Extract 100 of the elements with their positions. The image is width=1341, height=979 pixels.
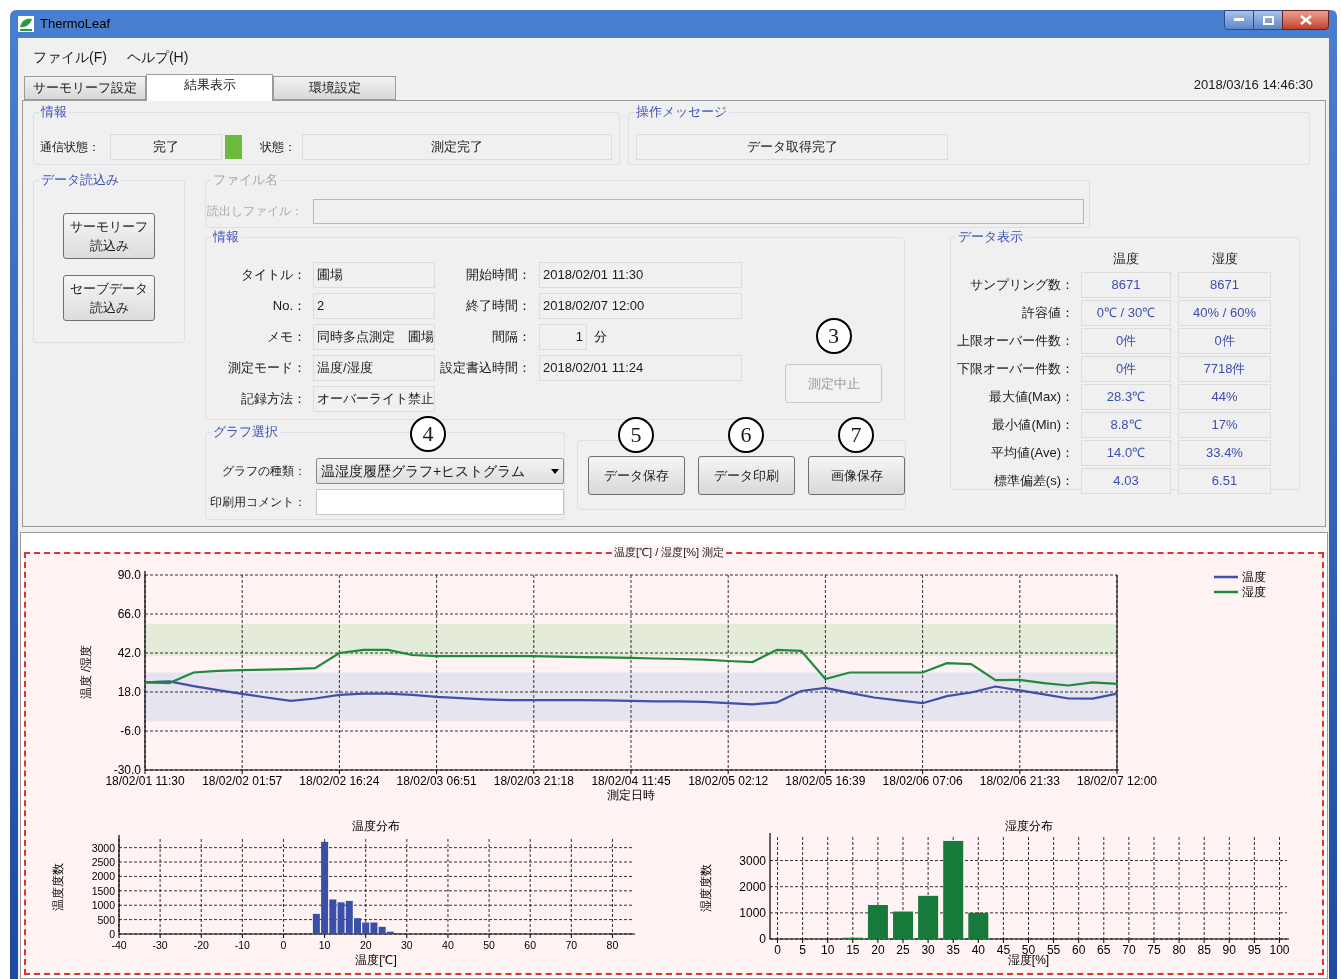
axis-label: 18/02/03 21:18	[493, 774, 574, 788]
field-label: 終了時間：	[465, 297, 531, 316]
axis-label: 18/02/03 06:51	[396, 774, 477, 788]
legend-label: 温度	[1242, 570, 1266, 584]
axis-label: 65	[1096, 943, 1111, 957]
action-button[interactable]: データ印刷	[698, 456, 795, 495]
caret-icon	[551, 468, 559, 474]
axis-label: 18/02/05 02:12	[688, 774, 769, 788]
chart-title: 温度分布	[352, 819, 400, 833]
value-field: 40% / 60%	[1178, 300, 1271, 326]
axis-label: 2000	[91, 870, 115, 883]
file-input[interactable]	[313, 198, 1084, 224]
axis-label: 18/02/07 12:00	[1076, 774, 1158, 788]
field-label: 上限オーバー件数：	[956, 332, 1074, 351]
load-button[interactable]: セーブデータ 読込み	[63, 275, 155, 321]
group-label: グラフ選択	[211, 423, 280, 441]
menu-item[interactable]: ヘルプ(H)	[125, 47, 190, 68]
value-field: 17%	[1178, 412, 1271, 438]
field-label: 設定書込時間：	[439, 359, 531, 378]
field-label: グラフの種類：	[221, 463, 306, 480]
chart-title: 温度[℃] / 湿度[%] 測定	[612, 545, 727, 559]
axis-label: 60	[524, 939, 537, 951]
legend-swatch	[1214, 590, 1238, 594]
axis-label: 18/02/01 11:30	[105, 774, 185, 788]
axis-label: 45	[996, 943, 1010, 957]
axis-label: 0	[758, 932, 766, 946]
axis-label: 1500	[91, 884, 115, 897]
axis-label: 75	[1146, 943, 1161, 957]
tab[interactable]: 結果表示	[146, 74, 273, 101]
action-button[interactable]: データ保存	[588, 456, 685, 495]
field-label: No.：	[271, 297, 306, 316]
axis-label: 100	[1269, 943, 1290, 957]
maximize-button[interactable]	[1254, 10, 1282, 30]
field-label: タイトル：	[240, 266, 306, 285]
axis-label: 18.0	[117, 685, 141, 699]
load-button[interactable]: サーモリーフ 読込み	[63, 213, 155, 259]
axis-label: 20	[870, 943, 885, 957]
value-field: データ取得完了	[636, 133, 948, 160]
axis-label: 60	[1071, 943, 1085, 957]
value-field: 0件	[1081, 328, 1171, 354]
minimize-icon	[1234, 18, 1244, 22]
axis-label: 85	[1197, 943, 1211, 957]
tab[interactable]: 環境設定	[273, 76, 396, 100]
graph-type-dropdown[interactable]: 温湿度履歴グラフ+ヒストグラム	[316, 458, 564, 484]
field-label: 状態：	[260, 138, 297, 156]
axis-label: -20	[193, 939, 209, 951]
value-field: 同時多点測定 圃場	[313, 324, 435, 350]
axis-label: 500	[97, 913, 115, 926]
field-label: 間隔：	[491, 328, 531, 347]
axis-label: 66.0	[117, 607, 141, 621]
field-label: 平均値(Ave)：	[990, 444, 1074, 463]
axis-label: 5	[798, 943, 806, 957]
axis-label: 18/02/02 16:24	[299, 774, 380, 788]
axis-label: 0	[109, 928, 115, 940]
group-label: 情報	[211, 228, 241, 246]
axis-label: 10	[820, 943, 834, 957]
axis-label: 0	[280, 939, 287, 951]
menu-item[interactable]: ファイル(F)	[32, 47, 108, 68]
value-field: 2018/02/01 11:30	[539, 262, 742, 288]
axis-title: 温度 /湿度	[79, 644, 93, 700]
value-field: 完了	[110, 133, 222, 160]
group-label: 操作メッセージ	[634, 103, 729, 121]
chart-title: 湿度分布	[1004, 819, 1053, 833]
field-label: メモ：	[266, 328, 306, 347]
axis-label: 3000	[738, 853, 766, 868]
tab[interactable]: サーモリーフ設定	[24, 76, 146, 100]
group-label: データ読込み	[39, 171, 121, 189]
field-label: 許容値：	[1021, 304, 1074, 323]
window-title: ThermoLeaf	[40, 15, 111, 34]
axis-label: 40	[442, 939, 454, 951]
field-label: 開始時間：	[465, 266, 531, 285]
axis-title: 温度[℃]	[355, 953, 397, 967]
callout-number: 6	[728, 417, 764, 453]
axis-label: 40	[971, 943, 985, 957]
axis-label: 18/02/06 07:06	[882, 774, 963, 788]
value-field: 28.3℃	[1081, 384, 1171, 410]
axis-title: 温度度数	[51, 862, 65, 911]
callout-number: 7	[838, 417, 874, 453]
timestamp: 2018/03/16 14:46:30	[1193, 76, 1313, 95]
field-label: 通信状態：	[40, 138, 101, 156]
axis-label: 30	[921, 943, 935, 957]
value-field: 8671	[1081, 272, 1171, 298]
close-button[interactable]	[1282, 10, 1329, 30]
comment-input[interactable]	[316, 489, 564, 515]
close-icon	[1299, 15, 1312, 25]
axis-label: 2000	[738, 879, 766, 894]
action-button[interactable]: 画像保存	[808, 456, 905, 495]
value-field: 温度/湿度	[313, 355, 435, 381]
axis-label: 42.0	[117, 646, 141, 660]
axis-label: 18/02/06 21:33	[979, 774, 1060, 788]
axis-title: 湿度度数	[698, 864, 713, 912]
value-field: 33.4%	[1178, 440, 1271, 466]
value-field: オーバーライト禁止	[313, 386, 435, 412]
axis-label: -40	[111, 939, 127, 951]
value-field: 圃場	[313, 262, 435, 288]
minimize-button[interactable]	[1224, 10, 1254, 30]
value-field: 0件	[1081, 356, 1171, 382]
value-field: 2	[313, 293, 435, 319]
group-label: 情報	[39, 103, 69, 121]
axis-label: 1000	[91, 899, 115, 912]
